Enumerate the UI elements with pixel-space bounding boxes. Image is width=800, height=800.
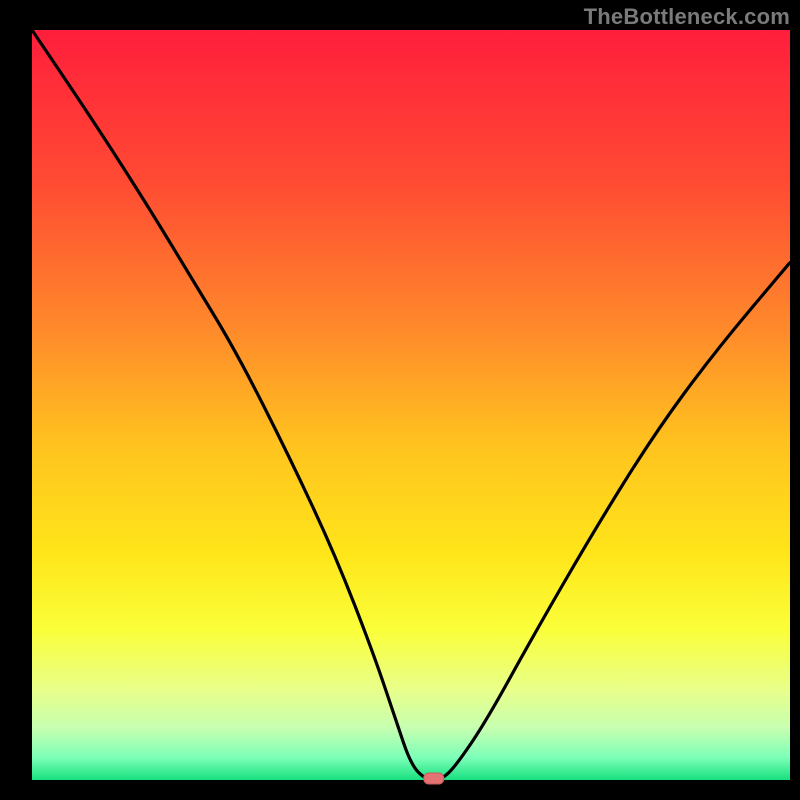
chart-container: TheBottleneck.com bbox=[0, 0, 800, 800]
watermark-label: TheBottleneck.com bbox=[584, 4, 790, 30]
bottleneck-chart bbox=[0, 0, 800, 800]
optimum-marker bbox=[424, 773, 444, 784]
